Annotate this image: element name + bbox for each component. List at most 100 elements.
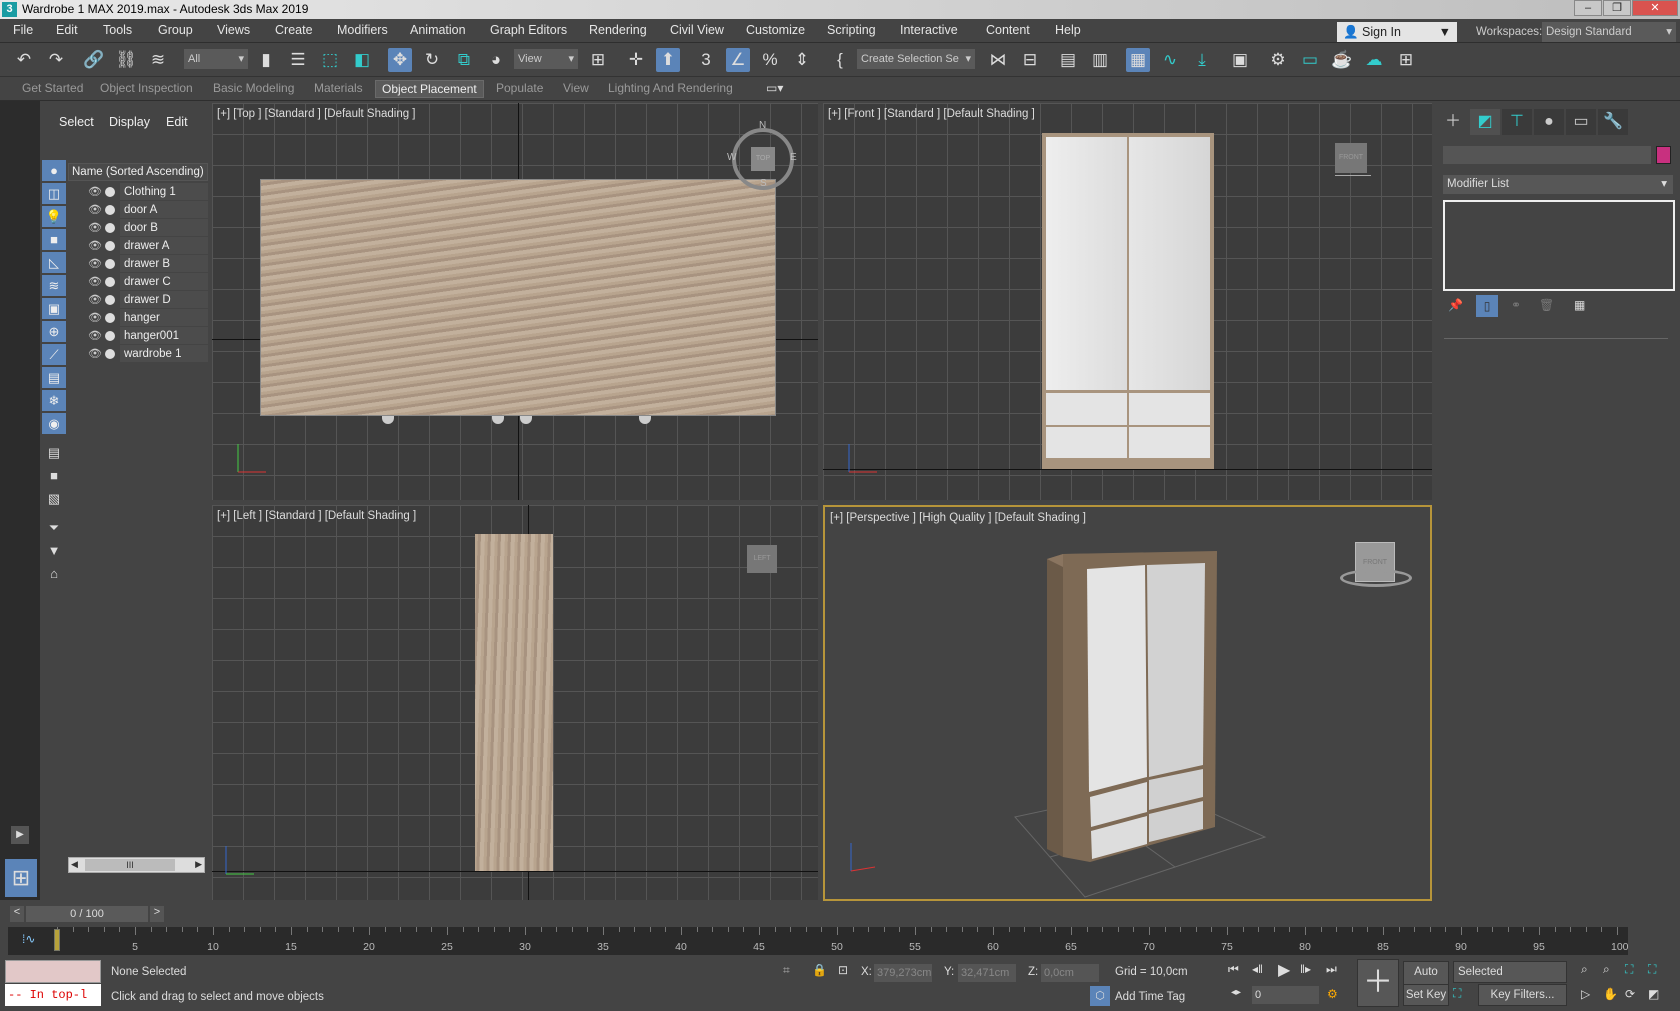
curve-editor-icon[interactable]: ∿ [1158,48,1182,72]
scroll-left-icon[interactable]: ◀ [71,859,78,870]
menu-rendering[interactable]: Rendering [589,23,647,37]
viewport-left[interactable]: [+] [Left ] [Standard ] [Default Shading… [212,505,818,900]
select-object-icon[interactable]: ▮ [254,48,278,72]
go-to-end-icon[interactable]: ⏭ [1326,962,1337,977]
selection-lock-icon[interactable]: 🔒 [812,963,827,977]
menu-create[interactable]: Create [275,23,313,37]
menu-content[interactable]: Content [986,23,1030,37]
display-none-icon[interactable]: ■ [42,465,66,486]
field-of-view-icon[interactable]: ▷ [1581,987,1590,1001]
explorer-row[interactable]: 👁 door B [84,219,208,237]
workspace-dropdown[interactable]: Design Standard [1542,22,1676,42]
menu-scripting[interactable]: Scripting [827,23,876,37]
freeze-toggle-icon[interactable] [105,277,115,287]
time-slider[interactable]: < 0 / 100 > [10,905,165,923]
keyboard-shortcut-override-icon[interactable]: ⬆ [656,48,680,72]
viewport-label-left[interactable]: [+] [Left ] [Standard ] [Default Shading… [217,510,416,522]
render-production-icon[interactable]: ☕ [1330,48,1354,72]
x-coordinate-field[interactable]: 379,273cm [874,964,932,982]
render-gallery-icon[interactable]: ⊞ [1394,48,1418,72]
select-rotate-icon[interactable]: ↻ [420,48,444,72]
viewport-perspective[interactable]: [+] [Perspective ] [High Quality ] [Defa… [823,505,1432,901]
configure-modifier-sets-icon[interactable]: ▦ [1574,298,1585,312]
zoom-all-icon[interactable]: ⌕ [1603,962,1610,977]
spinner-snap-icon[interactable]: ⇕ [790,48,814,72]
render-setup-icon[interactable]: ⚙ [1266,48,1290,72]
ribbon-options-icon[interactable]: ▭▾ [766,81,783,95]
layer-filter-icon[interactable]: ⌂ [42,563,66,584]
menu-views[interactable]: Views [217,23,250,37]
explorer-menu-edit[interactable]: Edit [166,115,188,129]
viewcube-left[interactable]: LEFT [747,545,777,573]
viewport-label-perspective[interactable]: [+] [Perspective ] [High Quality ] [Defa… [830,512,1086,524]
pan-icon[interactable]: ✋ [1603,987,1618,1001]
remove-modifier-icon[interactable]: 🗑 [1539,298,1554,312]
utilities-tab-icon[interactable]: 🔧 [1598,109,1628,135]
pivot-center-icon[interactable]: ⊞ [586,48,610,72]
menu-customize[interactable]: Customize [746,23,805,37]
modifier-list-dropdown[interactable]: Modifier List [1443,175,1673,194]
select-by-name-icon[interactable]: ☰ [286,48,310,72]
redo-icon[interactable]: ↷ [44,48,68,72]
pin-stack-icon[interactable]: 📌 [1448,298,1463,312]
frozen-filter-icon[interactable]: ❄ [42,390,66,411]
zoom-extents-all-icon[interactable]: ⛶ [1648,962,1656,977]
eye-icon[interactable]: 👁 [88,201,102,219]
viewcube-top[interactable]: TOP [751,147,775,171]
modifier-stack[interactable] [1443,200,1675,291]
timeline-track[interactable]: ⁞∿ 0510152025303540455055606570758085909… [8,927,1629,955]
frame-counter[interactable]: 0 / 100 [26,906,148,922]
freeze-toggle-icon[interactable] [105,349,115,359]
explorer-row[interactable]: 👁 hanger001 [84,327,208,345]
explorer-menu-display[interactable]: Display [109,115,150,129]
tab-get-started[interactable]: Get Started [22,81,83,95]
next-key-icon[interactable]: ‖▸ [1300,962,1311,976]
curve-editor-mini-icon[interactable]: ⁞∿ [22,932,35,946]
menu-help[interactable]: Help [1055,23,1081,37]
render-cloud-icon[interactable]: ☁ [1362,48,1386,72]
viewport-label-top[interactable]: [+] [Top ] [Standard ] [Default Shading … [217,108,416,120]
groups-filter-icon[interactable]: ▣ [42,298,66,319]
window-crossing-icon[interactable]: ◧ [350,48,374,72]
spacewarps-filter-icon[interactable]: ≋ [42,275,66,296]
zoom-extents-icon[interactable]: ⛶ [1625,962,1633,977]
orbit-icon[interactable]: ⟳ [1625,987,1635,1001]
tab-object-placement[interactable]: Object Placement [375,80,484,98]
display-tab-icon[interactable]: ▭ [1566,109,1596,135]
angle-snap-icon[interactable]: ∠ [726,48,750,72]
viewport-layout-icon[interactable]: ⊞ [5,859,37,897]
bones-filter-icon[interactable]: ⟋ [42,344,66,365]
go-to-start-icon[interactable]: ⏮ [1228,962,1239,977]
menu-animation[interactable]: Animation [410,23,466,37]
tab-populate[interactable]: Populate [496,81,543,95]
viewcube-front[interactable]: FRONT [1335,143,1367,173]
freeze-toggle-icon[interactable] [105,259,115,269]
menu-edit[interactable]: Edit [56,23,78,37]
freeze-toggle-icon[interactable] [105,295,115,305]
object-name-field[interactable] [1443,146,1651,164]
eye-icon[interactable]: 👁 [88,327,102,345]
mirror-icon[interactable]: ⋈ [986,48,1010,72]
eye-icon[interactable]: 👁 [88,255,102,273]
unlink-icon[interactable]: ⛓ [114,48,138,72]
transform-gizmo-icon[interactable]: ✛ [624,48,648,72]
hidden-filter-icon[interactable]: ◉ [42,413,66,434]
sign-in-button[interactable]: 👤 Sign In ▼ [1337,22,1457,42]
align-icon[interactable]: ⊟ [1018,48,1042,72]
menu-graph-editors[interactable]: Graph Editors [490,23,567,37]
viewport-label-front[interactable]: [+] [Front ] [Standard ] [Default Shadin… [828,108,1035,120]
play-icon[interactable]: ▶ [1278,960,1290,980]
edit-named-selection-icon[interactable]: { [828,48,852,72]
time-slider-handle[interactable] [54,929,60,951]
eye-icon[interactable]: 👁 [88,345,102,363]
modify-tab-icon[interactable]: ◩ [1470,109,1500,135]
set-key-big-button[interactable]: ＋ [1357,959,1399,1007]
make-unique-icon[interactable]: ⚭ [1511,298,1521,312]
rendered-frame-icon[interactable]: ▭ [1298,48,1322,72]
material-editor-icon[interactable]: ▣ [1228,48,1252,72]
scroll-right-icon[interactable]: ▶ [195,859,202,870]
maximize-viewport-icon[interactable]: ◩ [1648,987,1659,1001]
eye-icon[interactable]: 👁 [88,219,102,237]
time-configuration-icon[interactable]: ⚙ [1327,987,1338,1001]
minimize-button[interactable]: – [1574,0,1602,16]
